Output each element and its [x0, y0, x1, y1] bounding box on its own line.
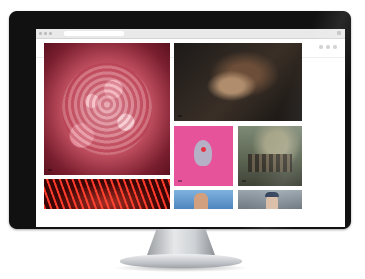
- browser-toolbar: [36, 29, 345, 39]
- address-bar[interactable]: [64, 31, 124, 36]
- header-icons: [319, 45, 337, 49]
- tile-featured-berry[interactable]: [44, 43, 170, 175]
- menu-icon[interactable]: [333, 45, 337, 49]
- painting-figures: [248, 154, 292, 172]
- art-figure-dot: [201, 147, 206, 152]
- browser-tools: [337, 31, 341, 35]
- window-minimize-dot[interactable]: [44, 32, 47, 35]
- monitor-stand-base: [120, 254, 242, 268]
- monitor: [9, 11, 351, 229]
- tile-pink-art[interactable]: [174, 126, 233, 186]
- window-controls-icon[interactable]: [39, 32, 52, 35]
- portrait-hat: [265, 192, 279, 197]
- tile-caption: [178, 115, 182, 117]
- tile-painting[interactable]: [238, 126, 302, 186]
- search-icon[interactable]: [319, 45, 323, 49]
- monitor-stand-neck: [147, 229, 215, 255]
- window-close-dot[interactable]: [39, 32, 42, 35]
- tile-caption: [242, 180, 246, 182]
- user-icon[interactable]: [326, 45, 330, 49]
- tile-portrait[interactable]: [238, 190, 302, 209]
- tile-people-photo[interactable]: [174, 190, 233, 209]
- tile-caption: [48, 169, 52, 171]
- tile-caption: [178, 180, 182, 182]
- art-figure: [194, 140, 212, 166]
- window-maximize-dot[interactable]: [49, 32, 52, 35]
- tile-dark-figure[interactable]: [174, 43, 302, 121]
- menu-icon[interactable]: [337, 31, 341, 35]
- people-face: [194, 193, 208, 209]
- tile-red-lights[interactable]: [44, 179, 170, 209]
